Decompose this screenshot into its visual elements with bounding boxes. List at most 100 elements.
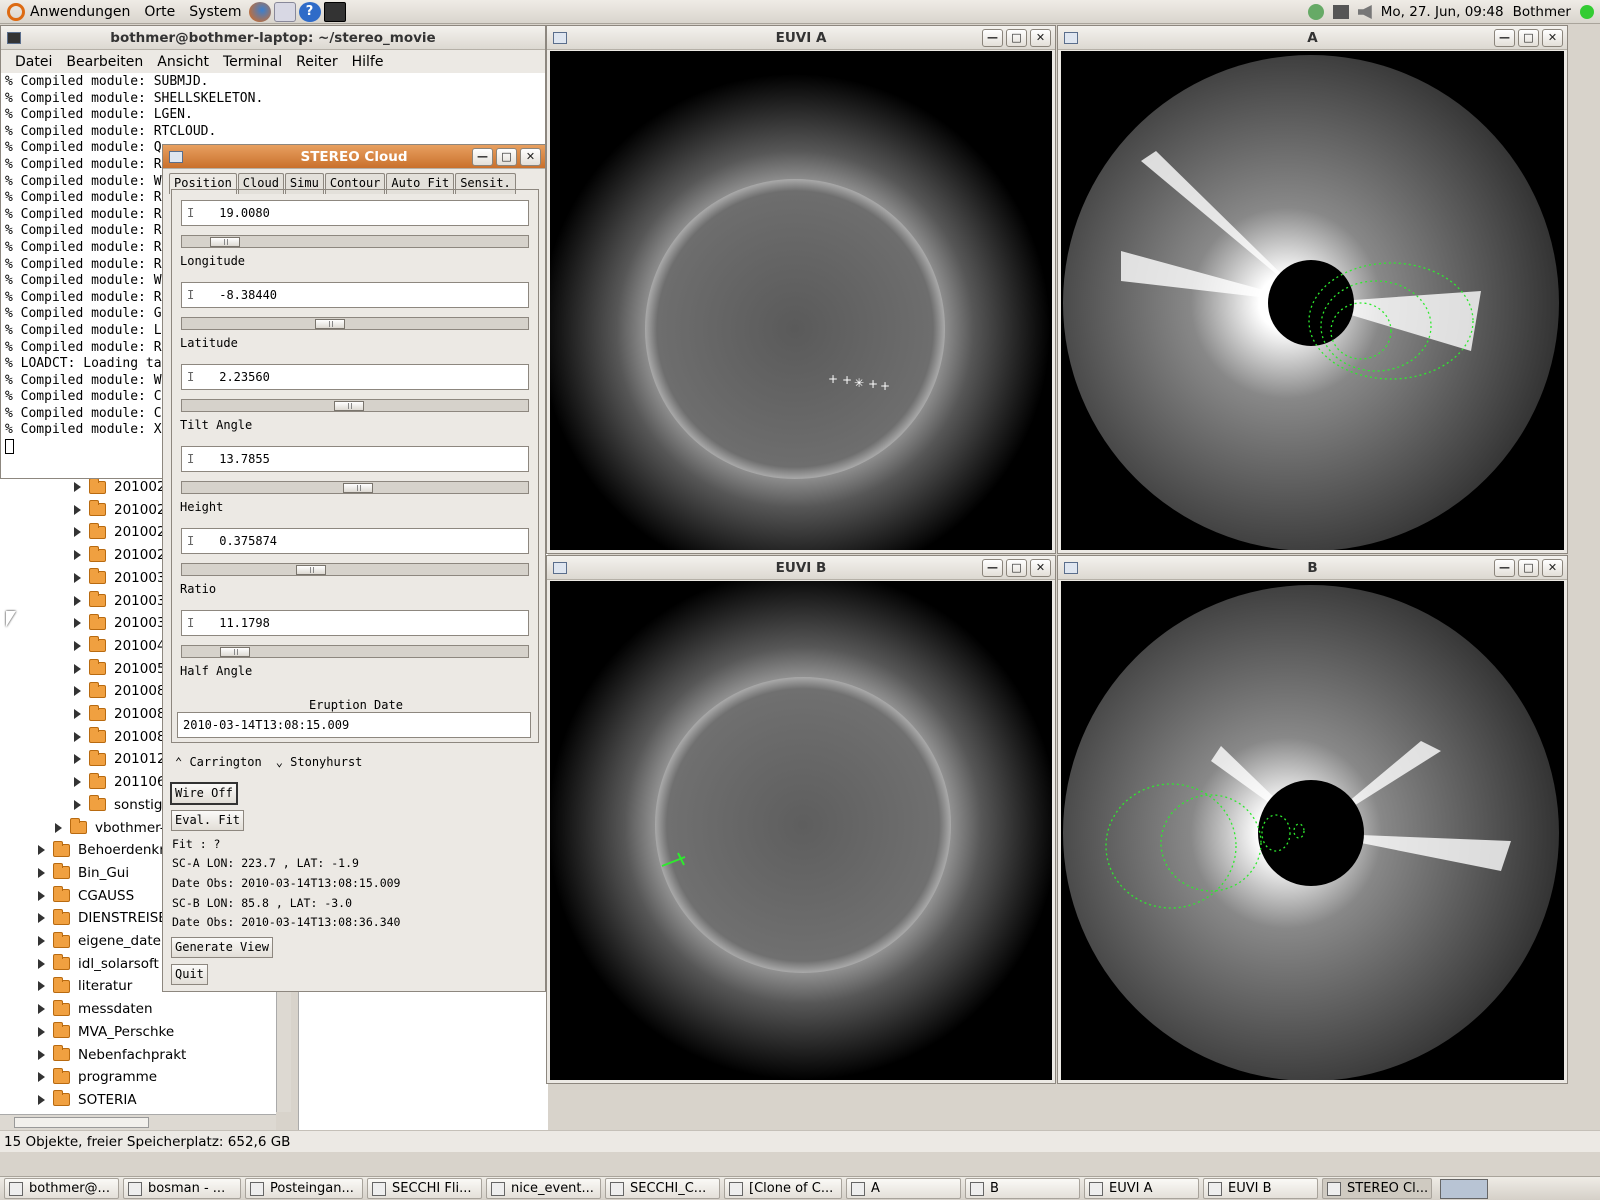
tree-folder[interactable]: 201002 bbox=[74, 499, 166, 521]
maximize-button[interactable]: □ bbox=[1006, 29, 1027, 47]
expander-icon[interactable] bbox=[38, 1094, 45, 1105]
param-input-height[interactable]: I 13.7855 bbox=[181, 446, 529, 472]
eval-fit-button[interactable]: Eval. Fit bbox=[171, 810, 245, 831]
tree-folder[interactable]: 201003 bbox=[74, 590, 166, 612]
clock[interactable]: Mo, 27. Jun, 09:48 bbox=[1381, 4, 1504, 20]
tree-folder[interactable]: 201008 bbox=[74, 703, 166, 725]
euvi-b-image[interactable] bbox=[550, 581, 1052, 1080]
minimize-button[interactable]: — bbox=[1494, 559, 1515, 577]
slider-thumb[interactable] bbox=[333, 401, 364, 411]
tree-folder[interactable]: SOTERIA bbox=[38, 1089, 137, 1111]
expander-icon[interactable] bbox=[74, 640, 81, 651]
slider-thumb[interactable] bbox=[219, 647, 250, 657]
expander-icon[interactable] bbox=[74, 777, 81, 788]
expander-icon[interactable] bbox=[74, 504, 81, 515]
expander-icon[interactable] bbox=[74, 572, 81, 583]
param-slider[interactable] bbox=[181, 399, 529, 412]
taskbar-button[interactable]: nice_event... bbox=[486, 1178, 601, 1199]
mail-launcher-icon[interactable] bbox=[273, 1, 296, 22]
generate-view-button[interactable]: Generate View bbox=[171, 937, 273, 958]
tree-folder[interactable]: MVA_Perschke bbox=[38, 1021, 174, 1043]
maximize-button[interactable]: □ bbox=[1518, 29, 1539, 47]
expander-icon[interactable] bbox=[74, 482, 81, 492]
param-slider[interactable] bbox=[181, 481, 529, 494]
param-input-ratio[interactable]: I 0.375874 bbox=[181, 528, 529, 554]
maximize-button[interactable]: □ bbox=[1518, 559, 1539, 577]
tree-folder[interactable]: 201106 bbox=[74, 771, 166, 793]
minimize-button[interactable]: — bbox=[472, 148, 493, 166]
tree-folder[interactable]: 201002 bbox=[74, 476, 166, 498]
expander-icon[interactable] bbox=[74, 550, 81, 561]
expander-icon[interactable] bbox=[38, 936, 45, 946]
taskbar-button[interactable]: SECCHI Fli... bbox=[367, 1178, 482, 1199]
tree-folder[interactable]: 201002 bbox=[74, 544, 166, 566]
taskbar-button[interactable]: Posteingan... bbox=[245, 1178, 363, 1199]
tree-folder[interactable]: sonstige bbox=[74, 794, 171, 816]
wire-off-button[interactable]: Wire Off bbox=[170, 782, 238, 805]
expander-icon[interactable] bbox=[74, 799, 81, 810]
horizontal-scrollbar[interactable] bbox=[0, 1114, 276, 1130]
system-menu[interactable]: System bbox=[182, 4, 248, 20]
minimize-button[interactable]: — bbox=[1494, 29, 1515, 47]
expander-icon[interactable] bbox=[38, 1049, 45, 1060]
terminal-launcher-icon[interactable] bbox=[323, 1, 346, 22]
slider-thumb[interactable] bbox=[314, 319, 345, 329]
carrington-radio[interactable]: ⌃ Carrington bbox=[175, 755, 262, 769]
euvi-a-titlebar[interactable]: EUVI A — □ ✕ bbox=[547, 26, 1055, 50]
terminal-menu-item[interactable]: Datei bbox=[8, 54, 59, 70]
expander-icon[interactable] bbox=[38, 1072, 45, 1083]
taskbar-button[interactable]: B bbox=[965, 1178, 1080, 1199]
slider-thumb[interactable] bbox=[343, 483, 374, 493]
terminal-menu-item[interactable]: Bearbeiten bbox=[59, 54, 150, 70]
volume-icon[interactable] bbox=[1357, 5, 1372, 19]
close-button[interactable]: ✕ bbox=[1030, 29, 1051, 47]
tree-folder[interactable]: 201004 bbox=[74, 635, 166, 657]
euvi-b-titlebar[interactable]: EUVI B — □ ✕ bbox=[547, 556, 1055, 580]
expander-icon[interactable] bbox=[74, 709, 81, 719]
expander-icon[interactable] bbox=[74, 754, 81, 765]
help-launcher-icon[interactable]: ? bbox=[298, 1, 321, 22]
cor-b-image[interactable] bbox=[1061, 581, 1564, 1080]
expander-icon[interactable] bbox=[38, 1004, 45, 1015]
tree-folder[interactable]: 201008 bbox=[74, 680, 166, 702]
tree-folder[interactable]: Bin_Gui bbox=[38, 862, 129, 884]
tree-folder[interactable]: CGAUSS bbox=[38, 885, 134, 907]
param-input-longitude[interactable]: I 19.0080 bbox=[181, 200, 529, 226]
expander-icon[interactable] bbox=[38, 981, 45, 992]
expander-icon[interactable] bbox=[38, 913, 45, 924]
taskbar-button[interactable]: STEREO Cl... bbox=[1322, 1178, 1432, 1199]
expander-icon[interactable] bbox=[38, 958, 45, 969]
param-input-half-angle[interactable]: I 11.1798 bbox=[181, 610, 529, 636]
cor-b-titlebar[interactable]: B — □ ✕ bbox=[1058, 556, 1567, 580]
tree-folder[interactable]: DIENSTREISEN bbox=[38, 907, 177, 929]
slider-thumb[interactable] bbox=[295, 565, 326, 575]
user-name[interactable]: Bothmer bbox=[1513, 4, 1571, 20]
tree-folder[interactable]: 201003 bbox=[74, 612, 166, 634]
close-button[interactable]: ✕ bbox=[520, 148, 541, 166]
tree-folder[interactable]: programme bbox=[38, 1066, 157, 1088]
param-input-latitude[interactable]: I -8.38440 bbox=[181, 282, 529, 308]
taskbar-button[interactable]: A bbox=[846, 1178, 961, 1199]
minimize-button[interactable]: — bbox=[982, 559, 1003, 577]
expander-icon[interactable] bbox=[74, 686, 81, 697]
close-button[interactable]: ✕ bbox=[1542, 559, 1563, 577]
tree-folder[interactable]: idl_solarsoft bbox=[38, 953, 159, 975]
cor-a-titlebar[interactable]: A — □ ✕ bbox=[1058, 26, 1567, 50]
expander-icon[interactable] bbox=[38, 1026, 45, 1037]
cor-a-image[interactable] bbox=[1061, 51, 1564, 550]
tree-folder[interactable]: vbothmer-j bbox=[55, 817, 168, 839]
network-icon[interactable] bbox=[1307, 4, 1324, 20]
terminal-menu-item[interactable]: Ansicht bbox=[150, 54, 216, 70]
expander-icon[interactable] bbox=[74, 663, 81, 674]
param-slider[interactable] bbox=[181, 235, 529, 248]
expander-icon[interactable] bbox=[74, 595, 81, 606]
display-icon[interactable] bbox=[1332, 5, 1349, 19]
tree-folder[interactable]: 201005 bbox=[74, 658, 166, 680]
param-input-tilt-angle[interactable]: I 2.23560 bbox=[181, 364, 529, 390]
tree-folder[interactable]: Nebenfachprakt bbox=[38, 1044, 186, 1066]
taskbar-button[interactable]: [Clone of C... bbox=[724, 1178, 842, 1199]
quit-button[interactable]: Quit bbox=[171, 964, 208, 985]
param-slider[interactable] bbox=[181, 645, 529, 658]
workspace-switcher[interactable] bbox=[1440, 1178, 1488, 1199]
maximize-button[interactable]: □ bbox=[1006, 559, 1027, 577]
